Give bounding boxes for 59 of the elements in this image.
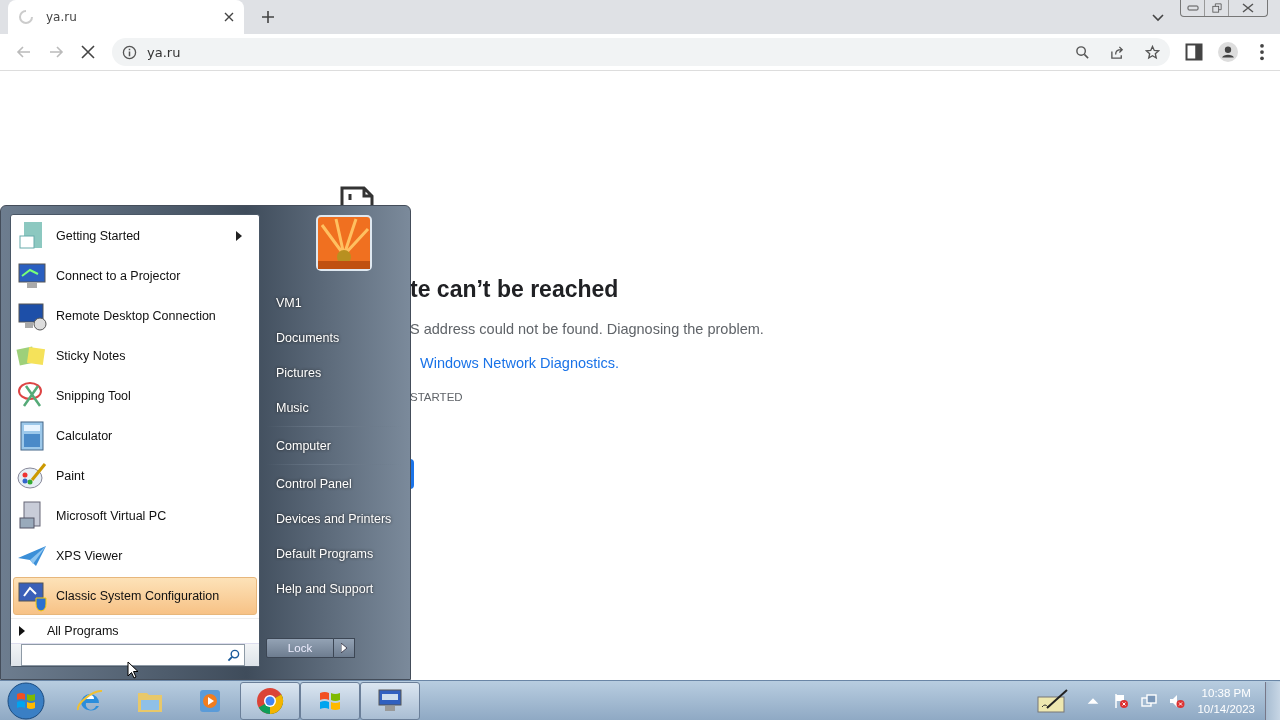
start-menu-link[interactable]: Documents [266,320,402,355]
arrow-icon [19,626,25,636]
flag-error-icon[interactable] [1113,692,1130,709]
start-menu-link[interactable]: Default Programs [266,536,402,571]
search-field[interactable] [21,644,245,666]
taskbar-button[interactable] [300,681,360,720]
address-bar[interactable]: ya.ru [112,38,1170,66]
close-icon[interactable] [224,12,234,22]
program-item[interactable]: Connect to a Projector [13,257,257,295]
chevron-down-icon[interactable] [1152,14,1164,22]
chrome-icon [255,685,285,716]
search-icon[interactable] [1075,44,1090,60]
config-icon [16,580,48,612]
error-code: STARTED [410,391,463,403]
url-text: ya.ru [147,44,181,60]
minimize-icon [1186,3,1199,13]
error-heading: te can’t be reached [410,276,619,303]
close-icon [1242,3,1254,13]
tab-title: ya.ru [46,10,78,24]
start-menu-link[interactable]: Control Panel [266,466,402,501]
program-item[interactable]: Remote Desktop Connection [13,297,257,335]
restore-icon [1210,3,1223,13]
submenu-arrow-icon [236,231,242,241]
show-desktop-button[interactable] [1265,681,1280,720]
remote-icon [16,300,48,332]
taskbar-button[interactable] [360,681,420,720]
program-item[interactable]: Calculator [13,417,257,455]
all-programs-label: All Programs [47,624,119,638]
start-menu-link[interactable]: Computer [266,428,402,463]
program-item[interactable]: Sticky Notes [13,337,257,375]
profile-icon[interactable] [1218,42,1238,62]
arrow-icon [341,643,347,653]
new-tab-icon[interactable] [262,11,274,23]
share-icon[interactable] [1110,44,1125,60]
diagnostics-link[interactable]: Windows Network Diagnostics. [420,355,620,371]
start-button[interactable] [6,680,46,720]
program-item[interactable]: Getting Started [13,217,257,255]
program-item[interactable]: Paint [13,457,257,495]
paint-icon [16,460,48,492]
program-item[interactable]: Microsoft Virtual PC [13,497,257,535]
program-item[interactable]: Snipping Tool [13,377,257,415]
start-menu-link[interactable]: Devices and Printers [266,501,402,536]
star-icon[interactable] [1145,44,1160,60]
search-icon [227,648,240,662]
start-menu-link[interactable]: Help and Support [266,571,402,606]
program-item[interactable]: XPS Viewer [13,537,257,575]
browser-tab[interactable]: ya.ru [8,0,244,34]
program-item[interactable]: Classic System Configuration [13,577,257,615]
start-menu-link[interactable]: Pictures [266,355,402,390]
side-panel-icon[interactable] [1184,42,1204,62]
stop-icon[interactable] [80,44,96,60]
start-menu-link[interactable]: Music [266,390,402,425]
shutdown-options-button[interactable] [334,638,355,658]
network-icon[interactable] [1141,692,1158,709]
taskbar-button[interactable] [240,681,300,720]
document-icon [340,186,374,206]
start-menu-link[interactable]: VM1 [266,285,402,320]
error-message: S address could not be found. Diagnosing the problem. [410,321,764,337]
info-icon [122,44,137,60]
